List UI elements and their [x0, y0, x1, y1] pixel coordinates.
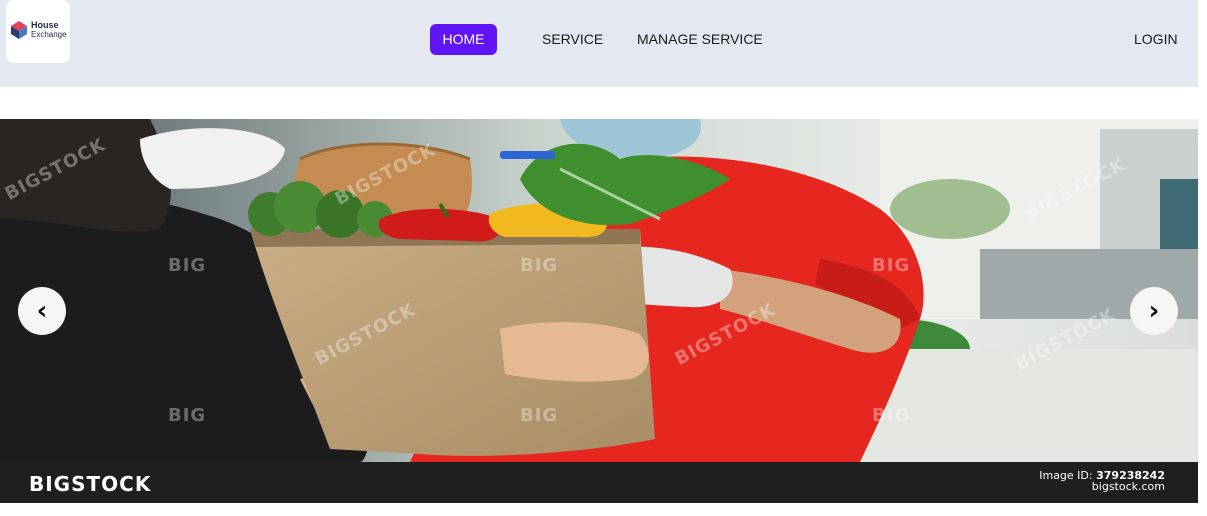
watermark: BIG [168, 255, 207, 276]
watermark: BIG [168, 405, 207, 426]
carousel-prev-button[interactable]: ‹ [18, 287, 66, 335]
image-id: Image ID: 379238242 bigstock.com [1039, 470, 1165, 492]
image-site: bigstock.com [1091, 480, 1165, 493]
logo-line2: Exchange [31, 30, 67, 39]
nav-login[interactable]: LOGIN [1134, 24, 1178, 55]
image-id-label: Image ID: [1039, 469, 1093, 482]
navbar: House Exchange HOME SERVICE MANAGE SERVI… [0, 0, 1198, 87]
nav-home[interactable]: HOME [430, 24, 497, 55]
stock-brand: BIGSTOCK [29, 472, 152, 496]
nav-service[interactable]: SERVICE [542, 24, 603, 55]
hero-carousel: BIGSTOCK BIGSTOCK BIGSTOCK BIGSTOCK BIGS… [0, 119, 1198, 503]
watermark: BIG [872, 405, 911, 426]
stock-footer-bar: BIGSTOCK Image ID: 379238242 bigstock.co… [0, 462, 1198, 503]
logo[interactable]: House Exchange [6, 0, 70, 63]
nav-manage-service[interactable]: MANAGE SERVICE [637, 24, 763, 55]
watermark: BIG [520, 255, 559, 276]
house-icon [11, 21, 27, 39]
carousel-next-button[interactable]: › [1130, 287, 1178, 335]
watermark: BIG [520, 405, 559, 426]
logo-text: House Exchange [31, 20, 67, 40]
logo-line1: House [31, 20, 59, 30]
watermark: BIG [872, 255, 911, 276]
